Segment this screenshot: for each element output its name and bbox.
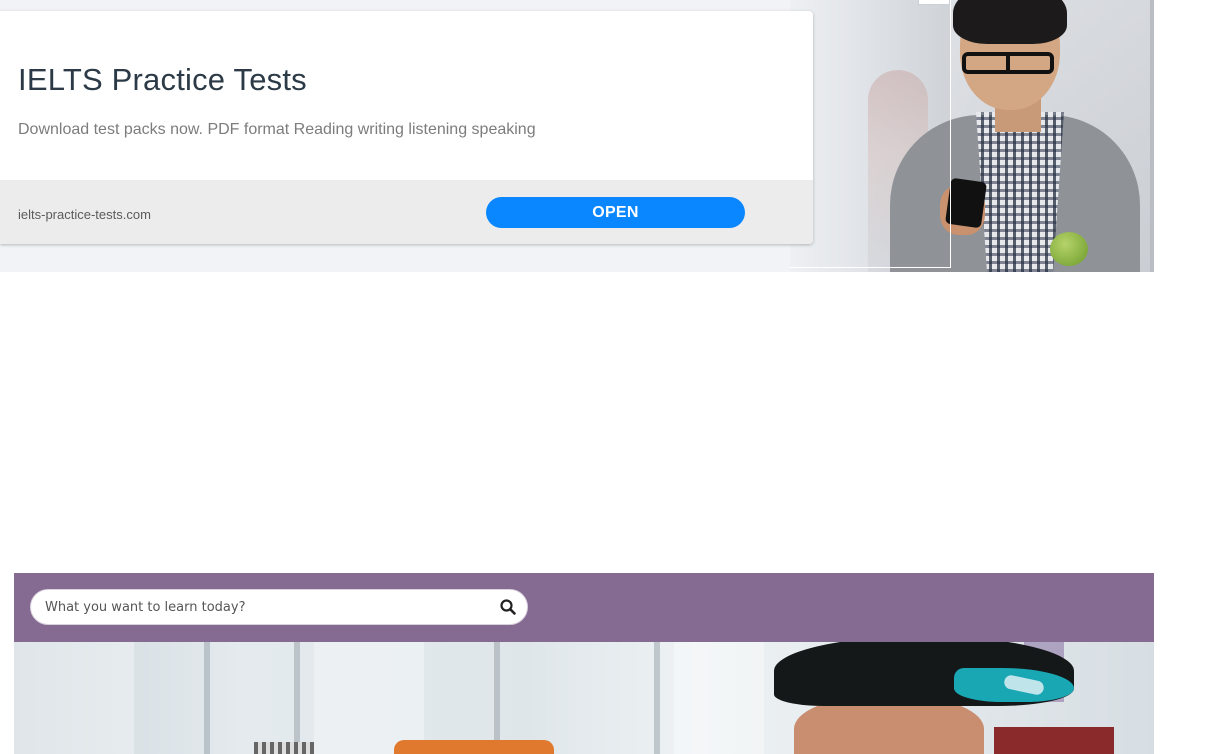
hero-orange-chair (394, 740, 554, 754)
ad-footer: ielts-practice-tests.com OPEN (0, 180, 813, 244)
ad-photo[interactable] (790, 0, 1154, 272)
ad-title[interactable]: IELTS Practice Tests (18, 62, 307, 98)
hero-striped-object (254, 742, 314, 754)
hero-window-frame (654, 642, 660, 754)
ad-banner[interactable]: IELTS Practice Tests Download test packs… (0, 0, 1154, 272)
ad-description: Download test packs now. PDF format Read… (18, 121, 536, 138)
search-button[interactable] (499, 598, 517, 616)
ad-open-button[interactable]: OPEN (486, 197, 745, 228)
search-icon (500, 599, 516, 615)
ad-photo-person-hair (953, 0, 1067, 44)
hero-window-frame (294, 642, 300, 754)
search-input[interactable] (45, 590, 485, 624)
hero-window-frame (204, 642, 210, 754)
ad-photo-apple (1050, 232, 1088, 266)
hero-window-pane (674, 642, 764, 754)
ad-photo-frame-line (790, 267, 950, 268)
search-box[interactable] (30, 589, 528, 625)
ad-photo-phone (944, 177, 988, 229)
ad-photo-glasses (962, 52, 1054, 74)
hero-window-pane (14, 642, 134, 754)
hero-window-frame (494, 642, 500, 754)
search-bar-strip (14, 573, 1154, 642)
hero-person-shirt (994, 727, 1114, 754)
ad-choices-icon[interactable] (918, 0, 950, 5)
hero-image (14, 642, 1154, 754)
ad-photo-frame-line (950, 0, 951, 268)
ad-domain[interactable]: ielts-practice-tests.com (18, 207, 151, 222)
ad-card[interactable]: IELTS Practice Tests Download test packs… (0, 11, 813, 244)
hero-window-pane (314, 642, 424, 754)
